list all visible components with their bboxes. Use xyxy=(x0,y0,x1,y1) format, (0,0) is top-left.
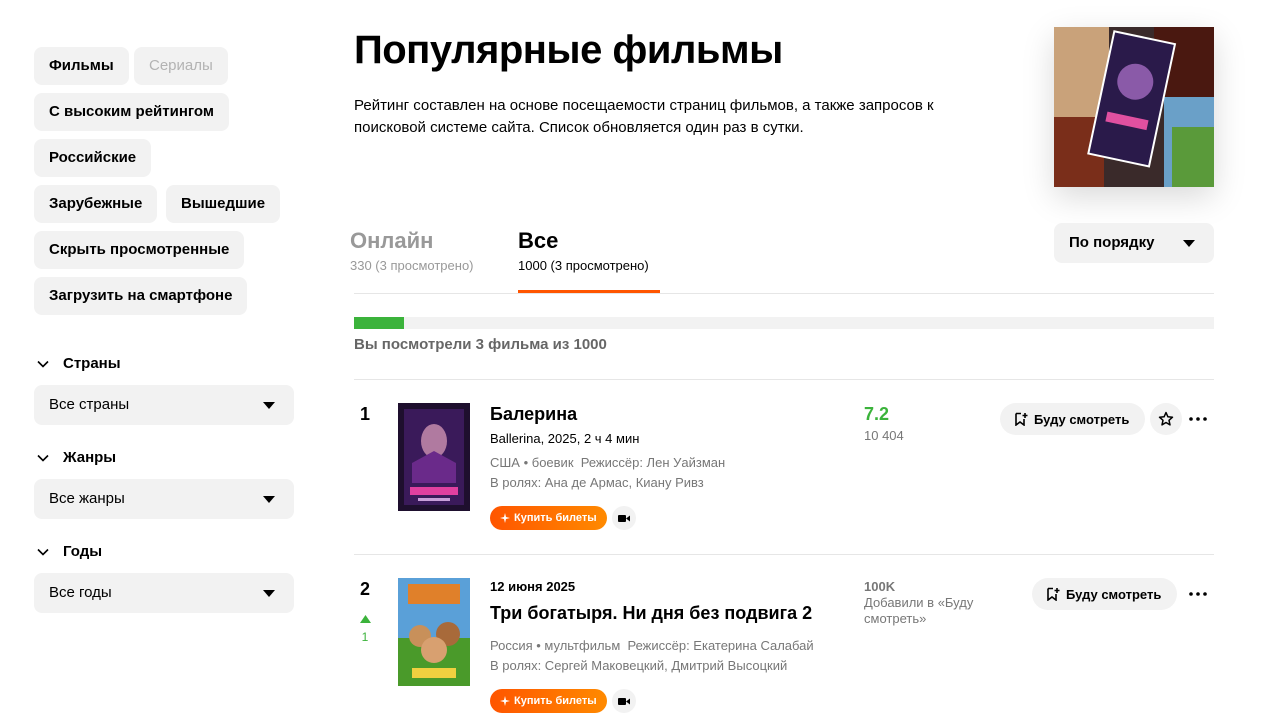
more-options-button[interactable] xyxy=(1186,582,1210,606)
chip-foreign[interactable]: Зарубежные xyxy=(34,185,158,223)
film-rating: 7.2 xyxy=(864,404,890,424)
poster-collage-image xyxy=(1054,27,1214,187)
genres-select-value: Все жанры xyxy=(49,490,125,507)
watchlist-label: Буду смотреть xyxy=(1034,411,1130,427)
divider xyxy=(354,554,1214,555)
sort-select[interactable]: По порядку xyxy=(1054,223,1214,263)
watchlist-label: Буду смотреть xyxy=(1066,586,1162,602)
film-original-title-year: Ballerina, 2025, 2 ч 4 мин xyxy=(490,431,640,446)
chip-released[interactable]: Вышедшие xyxy=(166,185,281,223)
buy-tickets-button[interactable]: Купить билеты xyxy=(490,506,607,530)
tab-online-label: Онлайн xyxy=(350,228,434,253)
more-options-button[interactable] xyxy=(1186,407,1210,431)
spark-icon xyxy=(500,696,510,706)
sort-select-value: По порядку xyxy=(1069,234,1155,251)
chevron-down-icon xyxy=(37,454,49,462)
star-icon xyxy=(1158,411,1174,426)
buy-tickets-label: Купить билеты xyxy=(514,512,597,524)
years-select[interactable]: Все годы xyxy=(34,573,294,613)
dropdown-arrow-icon xyxy=(263,590,275,597)
bookmark-plus-icon xyxy=(1015,412,1028,426)
film-poster[interactable] xyxy=(398,578,470,686)
film-wait-label: Добавили в «Буду смотреть» xyxy=(864,595,974,626)
film-rank: 2 xyxy=(359,579,370,599)
chevron-down-icon xyxy=(37,548,49,556)
trailer-button[interactable] xyxy=(612,506,636,530)
filter-years-label: Годы xyxy=(63,543,103,560)
countries-select[interactable]: Все страны xyxy=(34,385,294,425)
buy-tickets-label: Купить билеты xyxy=(514,695,597,707)
more-dots-icon xyxy=(1189,417,1207,421)
countries-select-value: Все страны xyxy=(49,396,130,413)
film-title[interactable]: Три богатыря. Ни дня без подвига 2 xyxy=(490,603,812,624)
filter-genres-label: Жанры xyxy=(63,449,117,466)
years-select-value: Все годы xyxy=(49,584,112,601)
dropdown-arrow-icon xyxy=(263,402,275,409)
film-country-genre-director: Россия • мультфильм Режиссёр: Екатерина … xyxy=(490,638,814,653)
tab-online-count: 330 (3 просмотрено) xyxy=(350,258,474,273)
filter-genres-toggle[interactable]: Жанры xyxy=(36,449,116,466)
genres-select[interactable]: Все жанры xyxy=(34,479,294,519)
spark-icon xyxy=(500,513,510,523)
filter-years-toggle[interactable]: Годы xyxy=(36,543,102,560)
dropdown-arrow-icon xyxy=(1183,240,1195,247)
divider xyxy=(354,379,1214,380)
film-rank: 1 xyxy=(359,404,370,424)
chip-hide-watched[interactable]: Скрыть просмотренные xyxy=(34,231,245,269)
rank-up-icon xyxy=(360,615,371,623)
video-camera-icon xyxy=(618,697,630,705)
bookmark-plus-icon xyxy=(1047,587,1060,601)
rate-button[interactable] xyxy=(1150,403,1182,435)
watch-progress-fill xyxy=(354,317,404,329)
film-title[interactable]: Балерина xyxy=(490,404,577,425)
film-country-genre-director: США • боевик Режиссёр: Лен Уайзман xyxy=(490,455,726,470)
page-title: Популярные фильмы xyxy=(354,28,783,72)
tab-online[interactable]: Онлайн 330 (3 просмотрено) xyxy=(350,228,474,273)
film-wait-count: 100K xyxy=(864,579,896,594)
trailer-button[interactable] xyxy=(612,689,636,713)
watchlist-button[interactable]: Буду смотреть xyxy=(1032,578,1178,610)
divider xyxy=(354,293,1214,294)
watch-progress-text: Вы посмотрели 3 фильма из 1000 xyxy=(354,336,607,353)
film-poster[interactable] xyxy=(398,403,470,511)
chip-films[interactable]: Фильмы xyxy=(34,47,129,85)
film-cast: В ролях: Ана де Армас, Киану Ривз xyxy=(490,475,704,490)
tab-all[interactable]: Все 1000 (3 просмотрено) xyxy=(518,228,649,273)
page-description: Рейтинг составлен на основе посещаемости… xyxy=(354,97,934,136)
film-cast: В ролях: Сергей Маковецкий, Дмитрий Высо… xyxy=(490,658,788,673)
filter-countries-toggle[interactable]: Страны xyxy=(36,355,121,372)
rank-delta: 1 xyxy=(361,630,369,644)
buy-tickets-button[interactable]: Купить билеты xyxy=(490,689,607,713)
filter-countries-label: Страны xyxy=(63,355,121,372)
chevron-down-icon xyxy=(37,360,49,368)
watchlist-button[interactable]: Буду смотреть xyxy=(1000,403,1146,435)
watch-progress-bar xyxy=(354,317,1214,329)
dropdown-arrow-icon xyxy=(263,496,275,503)
chip-series[interactable]: Сериалы xyxy=(134,47,228,85)
chip-download-phone[interactable]: Загрузить на смартфоне xyxy=(34,277,248,315)
more-dots-icon xyxy=(1189,592,1207,596)
chip-high-rating[interactable]: С высоким рейтингом xyxy=(34,93,229,131)
video-camera-icon xyxy=(618,514,630,522)
film-release-date: 12 июня 2025 xyxy=(490,579,576,594)
tab-all-count: 1000 (3 просмотрено) xyxy=(518,258,649,273)
tab-all-label: Все xyxy=(518,228,559,253)
film-votes: 10 404 xyxy=(864,428,904,443)
chip-russian[interactable]: Российские xyxy=(34,139,152,177)
